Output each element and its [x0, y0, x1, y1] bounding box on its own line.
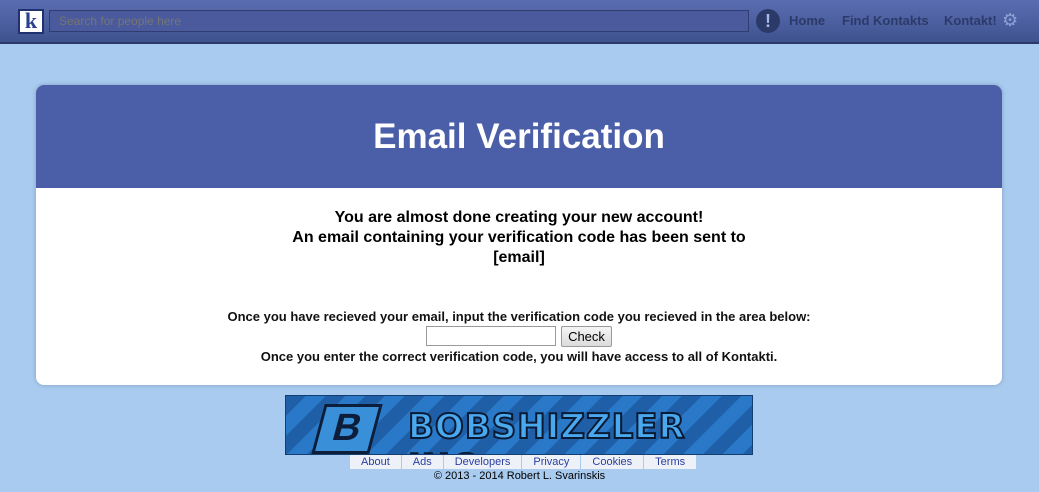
- instruction-text: Once you have recieved your email, input…: [227, 309, 811, 324]
- banner-logo-icon: B: [311, 404, 383, 454]
- access-note: Once you enter the correct verification …: [260, 349, 778, 364]
- nav-home-link[interactable]: Home: [789, 13, 825, 28]
- search-input[interactable]: [49, 10, 749, 32]
- nav-kontakt-link[interactable]: Kontakt!: [944, 13, 997, 28]
- check-button[interactable]: Check: [561, 326, 612, 347]
- gear-icon[interactable]: ⚙: [1002, 11, 1018, 29]
- footer-link-ads[interactable]: Ads: [401, 455, 444, 469]
- footer-link-terms[interactable]: Terms: [644, 455, 698, 469]
- message-line: An email containing your verification co…: [292, 229, 746, 246]
- nav-find-kontakts-link[interactable]: Find Kontakts: [842, 13, 929, 28]
- footer-link-privacy[interactable]: Privacy: [522, 455, 582, 469]
- footer-link-about[interactable]: About: [350, 455, 402, 469]
- verification-card: Email Verification You are almost done c…: [36, 85, 1002, 385]
- email-placeholder: [email]: [493, 249, 545, 266]
- message-line: You are almost done creating your new ac…: [334, 209, 704, 226]
- page-title: Email Verification: [36, 85, 1002, 188]
- footer-link-cookies[interactable]: Cookies: [581, 455, 645, 469]
- footer-link-developers[interactable]: Developers: [443, 455, 523, 469]
- status-message: You are almost done creating your new ac…: [36, 208, 1002, 268]
- verification-code-input[interactable]: [426, 326, 556, 346]
- notifications-alert-icon[interactable]: !: [756, 9, 780, 33]
- top-navigation-bar: k ! Home Find Kontakts Kontakt! ⚙: [0, 0, 1039, 44]
- footer-links: About Ads Developers Privacy Cookies Ter…: [350, 455, 698, 469]
- kontakti-logo[interactable]: k: [18, 9, 44, 34]
- copyright-text: © 2013 - 2014 Robert L. Svarinskis: [433, 470, 606, 482]
- banner-text: BOBSHIZZLER INC: [407, 406, 686, 454]
- bobshizzler-banner[interactable]: B BOBSHIZZLER INC: [285, 395, 753, 455]
